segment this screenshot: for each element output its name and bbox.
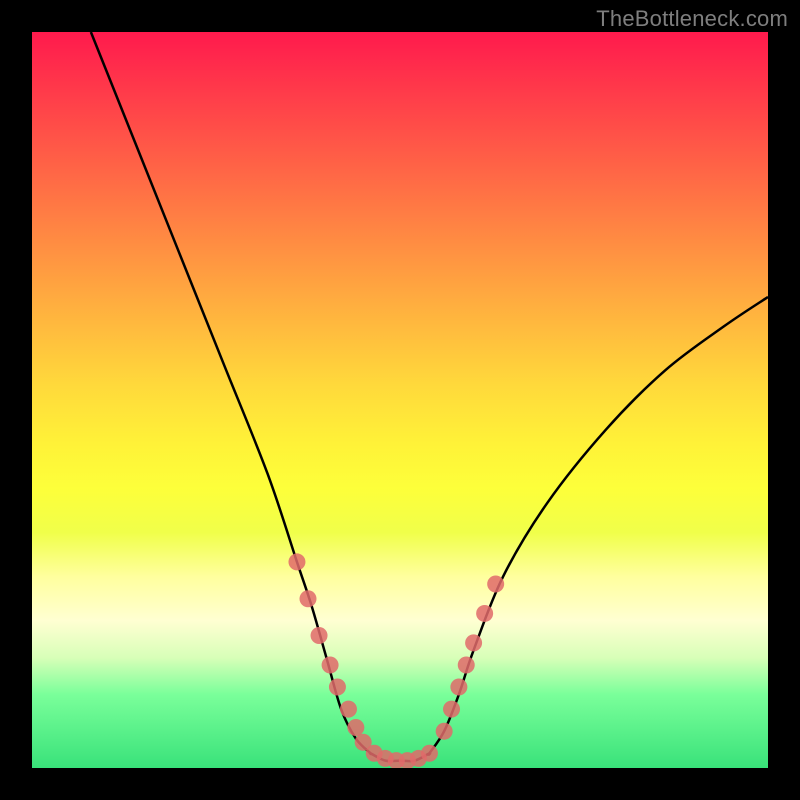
marker-dots [288,553,504,768]
chart-frame: TheBottleneck.com [0,0,800,800]
bottleneck-curve [91,32,768,761]
watermark-text: TheBottleneck.com [596,6,788,32]
marker-dot [458,656,475,673]
marker-dot [465,634,482,651]
marker-dot [347,719,364,736]
marker-dot [450,679,467,696]
marker-dot [421,745,438,762]
marker-dot [476,605,493,622]
marker-dot [311,627,328,644]
marker-dot [329,679,346,696]
marker-dot [487,576,504,593]
marker-dot [340,701,357,718]
marker-dot [443,701,460,718]
marker-dot [436,723,453,740]
chart-svg [32,32,768,768]
marker-dot [300,590,317,607]
marker-dot [288,553,305,570]
marker-dot [322,656,339,673]
curve-path [91,32,768,761]
plot-area [32,32,768,768]
